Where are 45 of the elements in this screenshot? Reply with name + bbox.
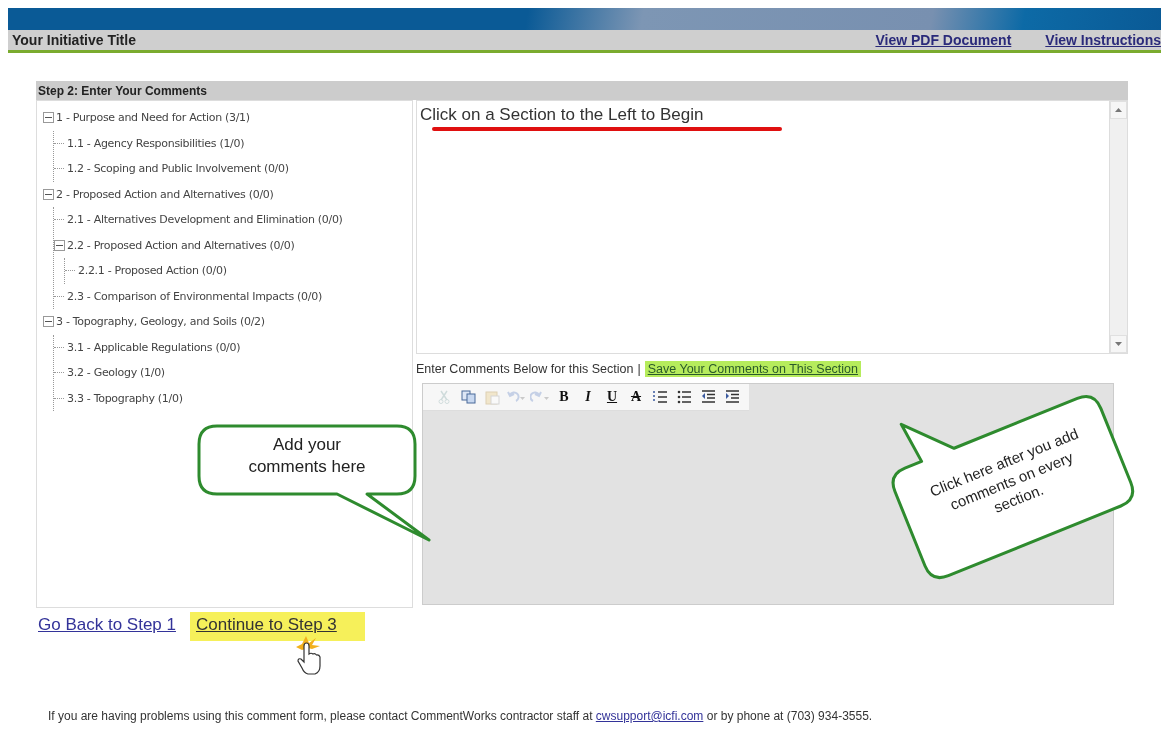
underline-button[interactable]: U bbox=[601, 387, 623, 407]
indent-icon bbox=[724, 390, 740, 404]
tree-item[interactable]: 3.2 - Geology (1/0) bbox=[67, 366, 165, 380]
numbered-list-icon bbox=[652, 390, 668, 404]
undo-icon bbox=[506, 390, 526, 404]
tree-item[interactable]: 1 - Purpose and Need for Action (3/1) bbox=[56, 111, 250, 125]
collapse-icon[interactable] bbox=[54, 239, 65, 251]
tree-item[interactable]: 2.2 - Proposed Action and Alternatives (0/0) bbox=[67, 238, 295, 252]
italic-button[interactable]: I bbox=[577, 387, 599, 407]
separator-text: | bbox=[637, 362, 641, 376]
instruction-text: Click on a Section to the Left to Begin bbox=[420, 105, 705, 125]
tree-item[interactable]: 3.3 - Topography (1/0) bbox=[67, 391, 183, 405]
header-link[interactable]: View Instructions bbox=[1045, 32, 1161, 48]
save-comments-link[interactable]: Save Your Comments on This Section bbox=[644, 361, 861, 377]
collapse-icon[interactable] bbox=[43, 188, 54, 200]
help-text: If you are having problems using this comment form, please contact CommentWorks contractor staff at cwsupport@icfi.com or by phone at (703) 934-3555. bbox=[48, 709, 873, 723]
tree-item[interactable]: 1.1 - Agency Responsibilities (1/0) bbox=[67, 136, 245, 150]
collapse-icon[interactable] bbox=[43, 316, 54, 328]
initiative-title: Your Initiative Title bbox=[12, 32, 137, 48]
tree-item[interactable]: 2 - Proposed Action and Alternatives (0/0) bbox=[56, 187, 274, 201]
copy-icon bbox=[460, 390, 476, 404]
comment-label: Enter Comments Below for this Section bbox=[416, 362, 634, 376]
step-link[interactable]: Continue to Step 3 bbox=[189, 612, 365, 641]
callout-text: Add your comments here bbox=[247, 434, 367, 479]
tree-item[interactable]: 3.1 - Applicable Regulations (0/0) bbox=[67, 340, 241, 354]
outdent-icon bbox=[700, 390, 716, 404]
tree-item[interactable]: 2.2.1 - Proposed Action (0/0) bbox=[78, 264, 227, 278]
tree-item[interactable]: 1.2 - Scoping and Public Involvement (0/0) bbox=[67, 162, 289, 176]
clipboard-icon bbox=[484, 389, 500, 405]
step-link[interactable]: Go Back to Step 1 bbox=[36, 612, 180, 641]
collapse-icon[interactable] bbox=[43, 112, 54, 124]
bullet-list-icon bbox=[676, 390, 692, 404]
redo-icon bbox=[530, 390, 550, 404]
scrollbar[interactable] bbox=[1109, 101, 1127, 353]
tree-item[interactable]: 2.1 - Alternatives Development and Elimination (0/0) bbox=[67, 213, 343, 227]
scissors-icon bbox=[438, 390, 450, 404]
scroll-down-icon[interactable] bbox=[1115, 342, 1122, 346]
tree-item[interactable]: 3 - Topography, Geology, and Soils (0/2) bbox=[56, 315, 265, 329]
email-link[interactable]: cwsupport@icfi.com bbox=[595, 709, 704, 723]
header-link[interactable]: View PDF Document bbox=[875, 32, 1012, 48]
step-heading: Step 2: Enter Your Comments bbox=[36, 81, 1128, 100]
scroll-up-icon[interactable] bbox=[1115, 108, 1122, 112]
tree-item[interactable]: 2.3 - Comparison of Environmental Impacts (0/0) bbox=[67, 289, 322, 303]
bold-button[interactable]: B bbox=[553, 387, 575, 407]
strikethrough-button[interactable]: A bbox=[625, 387, 647, 407]
